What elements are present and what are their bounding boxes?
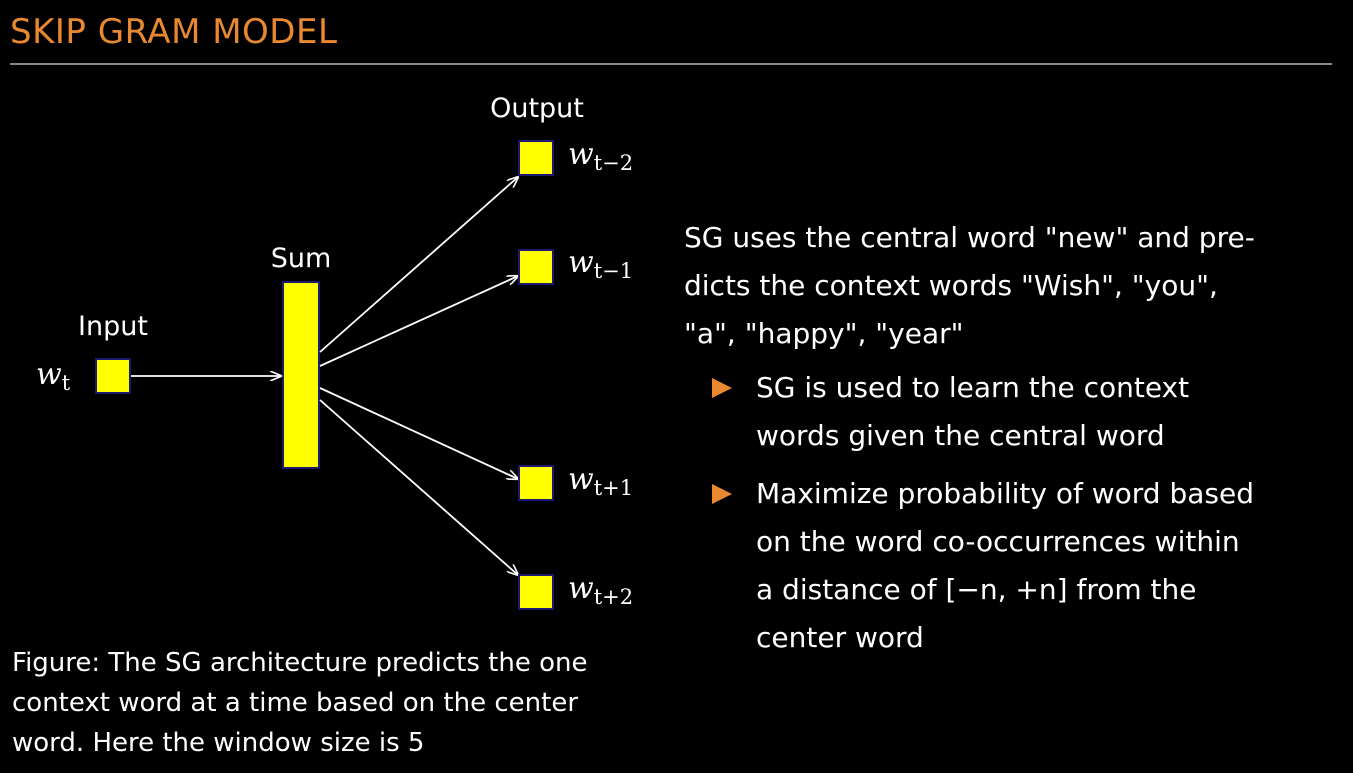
caption-line: context word at a time based on the cent… — [12, 688, 579, 718]
output-word-var-4: w — [568, 571, 594, 606]
bullet-line: on the word co-occurrences within — [756, 525, 1240, 558]
output-word-label-1: wt−2 — [568, 137, 633, 175]
description-line: SG uses the central word "new" and pre- — [684, 221, 1255, 254]
output-word-sub-1: t−2 — [594, 151, 633, 175]
triangle-bullet-icon — [712, 378, 732, 398]
output-word-var-1: w — [568, 137, 594, 172]
input-word-sub: t — [62, 371, 71, 395]
output-word-var-2: w — [568, 245, 594, 280]
sum-label: Sum — [271, 243, 332, 274]
sum-to-output-arrow-3 — [319, 387, 518, 479]
output-word-sub-2: t−1 — [594, 259, 633, 283]
input-label: Input — [78, 311, 148, 342]
sum-to-output-arrow-2 — [319, 276, 518, 367]
input-node — [95, 358, 131, 394]
sum-to-output-arrow-1 — [319, 177, 518, 353]
sum-node — [282, 281, 320, 469]
triangle-bullet-icon — [712, 484, 732, 504]
bullet-line: words given the central word — [756, 419, 1165, 452]
bullet-line: a distance of [−n, +n] from the — [756, 573, 1197, 606]
bullet-line: center word — [756, 621, 924, 654]
output-word-label-4: wt+2 — [568, 571, 633, 609]
output-node-2 — [518, 249, 554, 285]
output-node-3 — [518, 465, 554, 501]
description-line: dicts the context words "Wish", "you", — [684, 269, 1218, 302]
output-word-label-3: wt+1 — [568, 462, 633, 500]
output-word-sub-4: t+2 — [594, 585, 633, 609]
input-word-label: wt — [36, 357, 71, 395]
figure-caption: Figure: The SG architecture predicts the… — [12, 643, 652, 763]
bullet-item: SG is used to learn the context words gi… — [712, 364, 1342, 460]
description-text: SG uses the central word "new" and pre- … — [684, 214, 1324, 358]
output-node-1 — [518, 140, 554, 176]
bullet-list: SG is used to learn the context words gi… — [712, 364, 1342, 672]
output-node-4 — [518, 574, 554, 610]
description-line: "a", "happy", "year" — [684, 317, 964, 350]
bullet-item: Maximize probability of word based on th… — [712, 470, 1342, 662]
input-word-var: w — [36, 357, 62, 392]
caption-line: Figure: The SG architecture predicts the… — [12, 648, 588, 678]
output-word-sub-3: t+1 — [594, 476, 633, 500]
bullet-line: SG is used to learn the context — [756, 371, 1190, 404]
slide: SKIP GRAM MODEL Input Sum Output wt wt−2… — [0, 0, 1353, 773]
caption-line: word. Here the window size is 5 — [12, 728, 425, 758]
bullet-line: Maximize probability of word based — [756, 477, 1254, 510]
output-word-label-2: wt−1 — [568, 245, 633, 283]
sum-to-output-arrow-4 — [319, 399, 518, 575]
output-label: Output — [490, 93, 584, 124]
skip-gram-diagram: Input Sum Output wt wt−2 wt−1 wt+1 wt+2 — [36, 93, 633, 610]
output-word-var-3: w — [568, 462, 594, 497]
